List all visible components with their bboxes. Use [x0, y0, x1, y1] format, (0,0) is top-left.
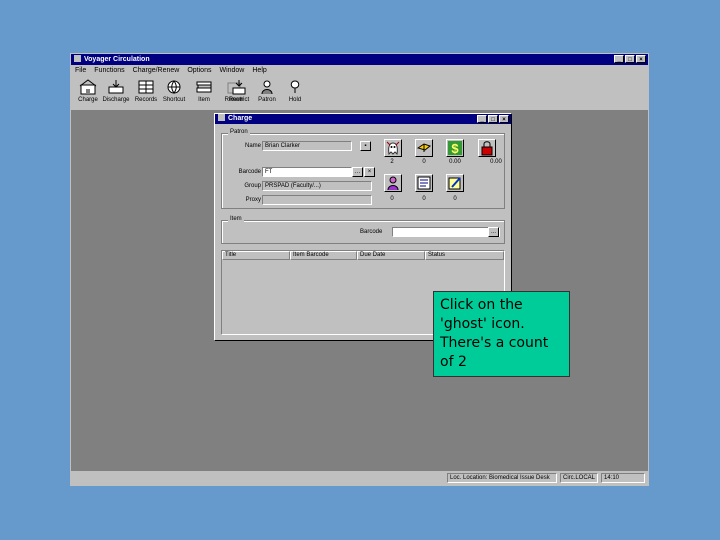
menu-window[interactable]: Window — [219, 65, 244, 76]
toolbar-charge-button[interactable]: Charge — [73, 79, 103, 103]
menu-bar: File Functions Charge/Renew Options Wind… — [71, 65, 648, 76]
main-titlebar: Voyager Circulation _ □ × — [71, 54, 648, 65]
requests-button[interactable] — [384, 174, 402, 192]
dialog-minimize-button[interactable]: _ — [477, 115, 487, 123]
fines-item-count: 0 — [422, 159, 426, 165]
status-time: 14:10 — [601, 473, 645, 483]
barcode-clear-button[interactable]: × — [364, 167, 375, 177]
toolbar-label: Hold — [288, 97, 302, 103]
items-list-button[interactable] — [415, 174, 433, 192]
toolbar-discharge-button[interactable]: Discharge — [101, 79, 131, 103]
dialog-titlebar: Charge _ □ × — [215, 114, 511, 124]
column-header-title[interactable]: Title — [222, 251, 290, 260]
item-barcode-input[interactable] — [392, 227, 500, 237]
group-label: Group — [244, 183, 261, 189]
minimize-button[interactable]: _ — [614, 55, 624, 63]
app-title: Voyager Circulation — [84, 56, 150, 63]
app-icon — [74, 55, 81, 62]
status-location: Loc. Location: Biomedical Issue Desk — [447, 473, 557, 483]
person-icon — [387, 176, 399, 191]
toolbar-item-button[interactable]: Item — [189, 79, 219, 103]
item-barcode-browse-button[interactable]: ... — [488, 227, 499, 237]
toolbar-label: Restrict — [228, 97, 250, 103]
restrict-icon — [232, 80, 246, 95]
item-icon — [196, 81, 212, 93]
toolbar-shortcut-button[interactable]: Shortcut — [159, 79, 189, 103]
dollar-icon: $ — [448, 141, 462, 156]
toolbar-label: Charge — [78, 97, 98, 103]
dialog-maximize-button[interactable]: □ — [488, 115, 498, 123]
charge-icon — [79, 79, 97, 95]
proxy-field — [262, 195, 372, 205]
fines-item-button[interactable] — [415, 139, 433, 157]
dialog-icon — [218, 114, 225, 121]
patron-group: Patron Name Brian Clarker ▪ Barcode FT …… — [221, 129, 505, 209]
requests-count: 0 — [390, 196, 394, 202]
pencil-note-icon — [448, 177, 461, 190]
close-button[interactable]: × — [636, 55, 646, 63]
menu-functions[interactable]: Functions — [94, 65, 124, 76]
svg-text:$: $ — [451, 141, 459, 156]
dialog-close-button[interactable]: × — [499, 115, 509, 123]
hold-icon — [290, 80, 300, 93]
column-header-item-barcode[interactable]: Item Barcode — [290, 251, 357, 260]
name-field: Brian Clarker — [262, 141, 352, 151]
proxy-label: Proxy — [245, 197, 261, 203]
instruction-callout: Click on the 'ghost' icon. There's a cou… — [433, 291, 570, 377]
patron-group-label: Patron — [228, 129, 250, 135]
column-header-status[interactable]: Status — [425, 251, 504, 260]
demerits-amount: 0.00 — [490, 159, 502, 165]
fines-money-button[interactable]: $ — [446, 139, 464, 157]
patron-lookup-button[interactable]: ▪ — [360, 141, 371, 151]
toolbar-restrict-button[interactable]: Restrict — [224, 79, 254, 103]
ghost-button[interactable] — [384, 139, 402, 157]
toolbar-label: Item — [198, 97, 210, 103]
menu-file[interactable]: File — [75, 65, 86, 76]
group-field: PRSPAD (Faculty/...) — [262, 181, 372, 191]
toolbar: Charge Discharge Records Shortcut Item R… — [71, 76, 648, 111]
status-bar: Loc. Location: Biomedical Issue Desk Cir… — [71, 471, 648, 485]
ghost-count: 2 — [390, 159, 394, 165]
barcode-dropdown-button[interactable]: … — [352, 167, 363, 177]
barcode-label: Barcode — [238, 169, 261, 175]
toolbar-label: Discharge — [102, 97, 130, 103]
toolbar-label: Records — [134, 97, 158, 103]
fines-amount: 0.00 — [449, 159, 461, 165]
toolbar-label: Patron — [258, 97, 276, 103]
book-arrow-icon — [416, 143, 432, 152]
toolbar-records-button[interactable]: Records — [131, 79, 161, 103]
records-icon — [138, 80, 154, 94]
item-group: Item Barcode ... — [221, 216, 505, 244]
item-group-label: Item — [228, 216, 244, 222]
patron-icon — [261, 80, 273, 95]
item-barcode-label: Barcode — [360, 229, 383, 235]
discharge-icon — [108, 80, 124, 94]
list-icon — [417, 176, 431, 190]
menu-options[interactable]: Options — [187, 65, 211, 76]
name-label: Name — [244, 143, 261, 149]
maximize-button[interactable]: □ — [625, 55, 635, 63]
ghost-icon — [386, 141, 400, 156]
menu-help[interactable]: Help — [252, 65, 266, 76]
dialog-title: Charge — [228, 115, 253, 122]
column-header-due-date[interactable]: Due Date — [357, 251, 425, 260]
demerits-button[interactable] — [478, 139, 496, 157]
notes-button[interactable] — [446, 174, 464, 192]
toolbar-patron-button[interactable]: Patron — [252, 79, 282, 103]
items-list-count: 0 — [422, 196, 426, 202]
patron-barcode-input[interactable]: FT — [262, 167, 352, 177]
shortcut-icon — [167, 80, 181, 94]
status-circ: Circ.LOCAL — [560, 473, 598, 483]
notes-count: 0 — [453, 196, 457, 202]
toolbar-hold-button[interactable]: Hold — [280, 79, 310, 103]
menu-charge-renew[interactable]: Charge/Renew — [133, 65, 180, 76]
toolbar-label: Shortcut — [162, 97, 186, 103]
lock-icon — [481, 141, 493, 156]
